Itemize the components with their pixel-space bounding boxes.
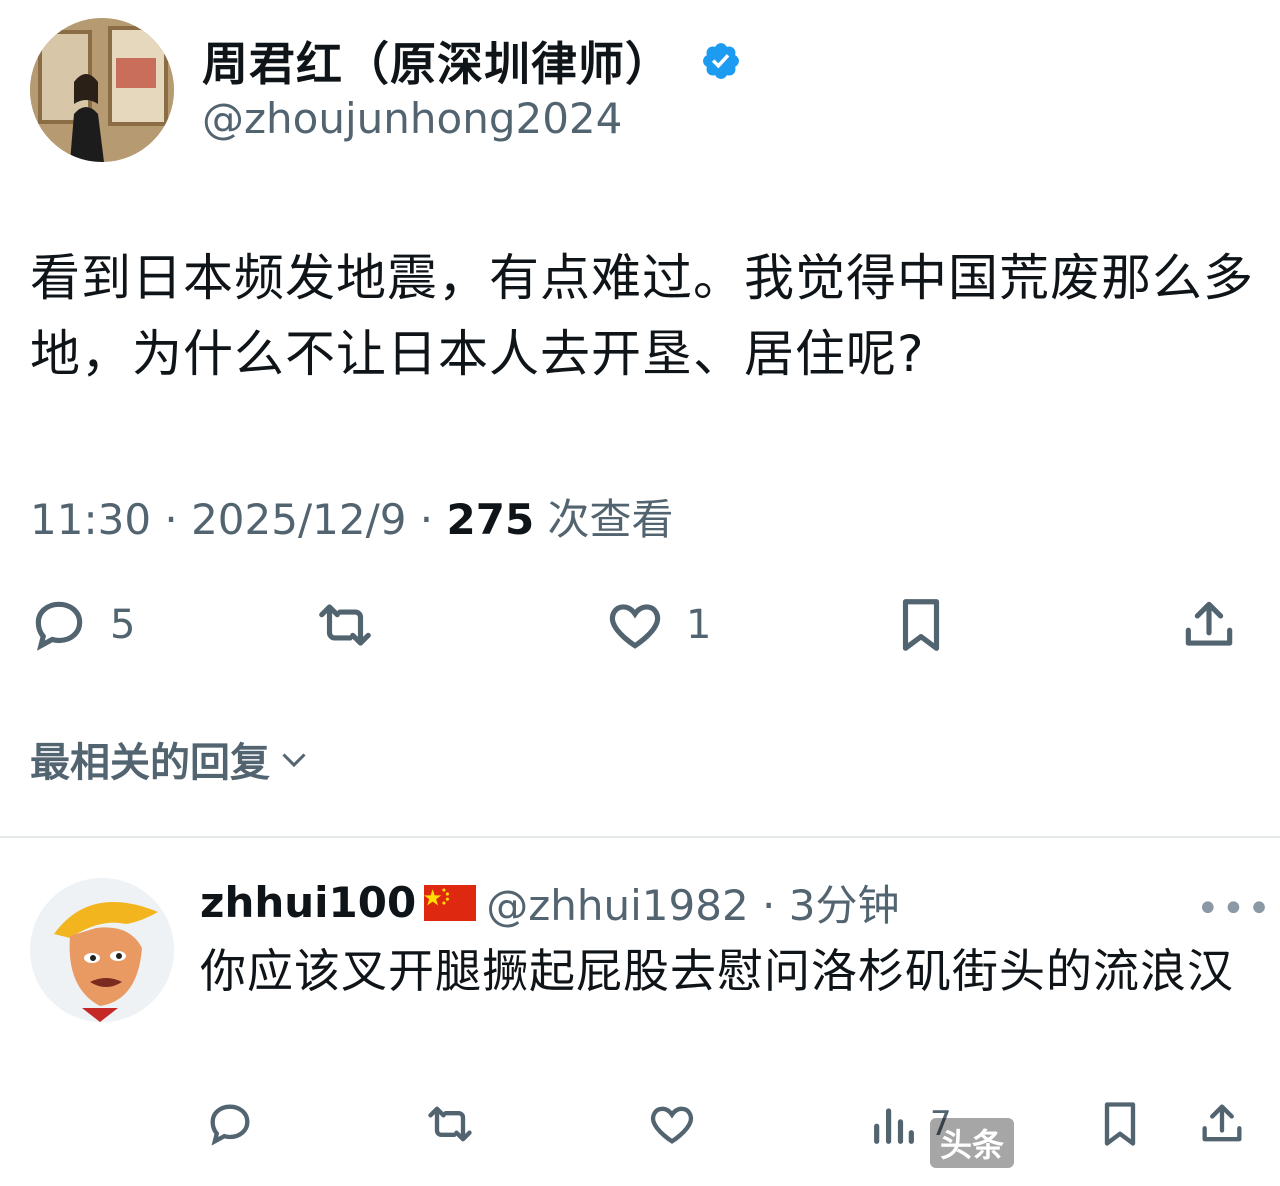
tweet-timestamp[interactable]: 11:30 · 2025/12/9 · <box>30 495 447 544</box>
reply-icon <box>210 1104 250 1146</box>
reply-handle-time[interactable]: @zhhui1982 · 3分钟 <box>486 872 899 933</box>
heart-icon <box>609 604 661 649</box>
share-icon <box>1202 1104 1242 1142</box>
divider <box>0 836 1280 838</box>
share-button[interactable] <box>1178 592 1240 658</box>
share-icon <box>1185 601 1233 646</box>
like-button[interactable]: 1 <box>604 592 711 658</box>
reply-bookmark-button[interactable] <box>1094 1094 1146 1154</box>
reply-author-avatar[interactable] <box>30 878 174 1022</box>
chevron-down-icon <box>282 753 306 768</box>
reply-share-button[interactable] <box>1196 1094 1248 1154</box>
analytics-icon <box>874 1108 914 1144</box>
reply-header: zhhui100 @zhhui1982 · 3分钟 <box>200 872 899 933</box>
reply-count: 5 <box>110 602 136 648</box>
heart-icon <box>650 1106 694 1144</box>
replies-sort-dropdown[interactable]: 最相关的回复 <box>30 730 312 788</box>
tweet-text: 看到日本频发地震，有点难过。我觉得中国荒废那么多地，为什么不让日本人去开垦、居住… <box>30 249 1254 383</box>
reply-button[interactable]: 5 <box>28 592 135 658</box>
bookmark-icon <box>902 599 940 651</box>
reply-retweet-button[interactable] <box>424 1094 476 1154</box>
views-label: 次查看 <box>534 495 674 544</box>
bookmark-icon <box>1104 1102 1136 1146</box>
reply-text: 你应该叉开腿撅起屁股去慰问洛杉矶街头的流浪汉 <box>200 944 1234 998</box>
verified-badge-icon <box>703 43 739 79</box>
china-flag-icon <box>424 884 477 921</box>
reply-reply-button[interactable] <box>204 1094 256 1154</box>
author-display-name[interactable]: 周君红（原深圳律师） <box>202 28 672 94</box>
author-avatar[interactable] <box>30 18 174 162</box>
like-count: 1 <box>686 602 712 648</box>
bookmark-button[interactable] <box>890 592 952 658</box>
retweet-button[interactable] <box>314 592 376 658</box>
retweet-icon <box>319 604 371 646</box>
replies-sort-label: 最相关的回复 <box>30 740 270 786</box>
watermark: 头条 <box>930 1118 1015 1168</box>
views-count: 275 <box>446 495 535 544</box>
author-handle[interactable]: @zhoujunhong2024 <box>202 94 622 143</box>
reply-icon <box>35 601 83 651</box>
more-options-icon[interactable]: ••• <box>1196 886 1273 932</box>
tweet-meta: 11:30 · 2025/12/9 · 275 次查看 <box>30 486 674 547</box>
reply-like-button[interactable] <box>646 1094 698 1154</box>
retweet-icon <box>428 1106 472 1142</box>
reply-display-name[interactable]: zhhui100 <box>200 878 416 927</box>
